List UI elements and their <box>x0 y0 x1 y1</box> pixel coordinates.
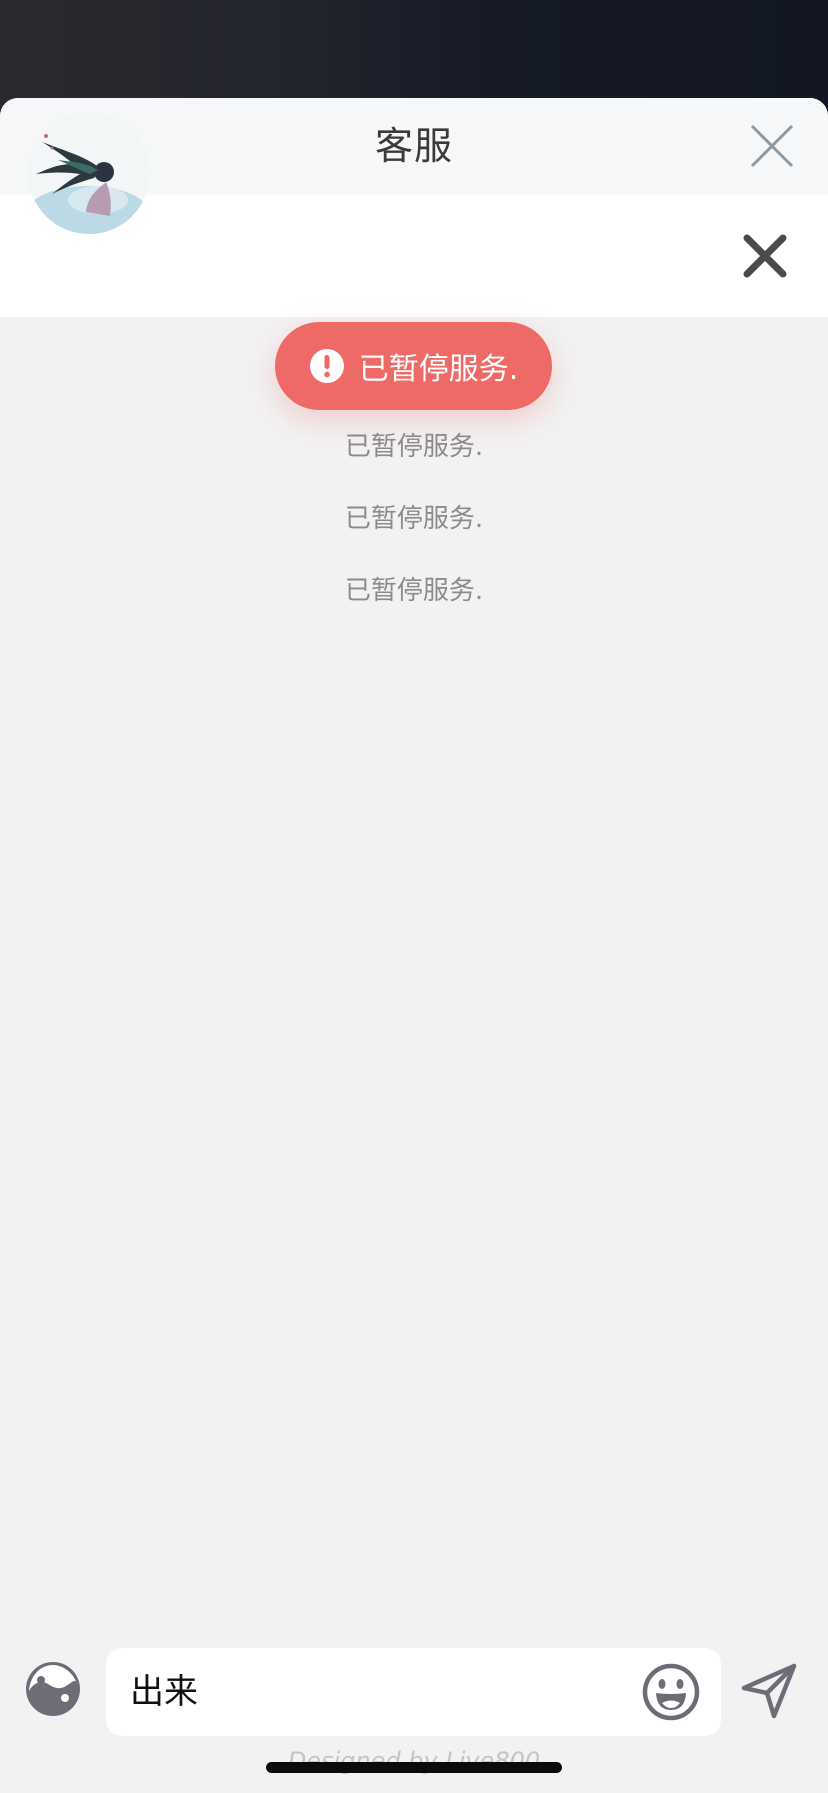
system-message: 已暂停服务. <box>344 576 484 606</box>
agent-close-button[interactable] <box>742 233 788 279</box>
message-input-value[interactable]: 出来 <box>130 1648 198 1736</box>
system-message: 已暂停服务. <box>344 504 484 534</box>
emoji-icon <box>642 1663 700 1721</box>
message-input[interactable]: 出来 <box>106 1648 721 1736</box>
error-toast: 已暂停服务. <box>275 322 552 410</box>
toast-message: 已暂停服务. <box>358 352 519 387</box>
avatar-illustration <box>28 112 150 234</box>
send-button[interactable] <box>740 1662 798 1720</box>
background-app-content <box>0 0 828 110</box>
header-close-button[interactable] <box>746 120 798 172</box>
customer-service-panel: 客服 已暂停服务. 已暂停服务. 已暂停服务. 已暂停服务. <box>0 98 828 1793</box>
theme-toggle-button[interactable] <box>24 1660 82 1718</box>
theme-toggle-icon <box>26 1662 80 1716</box>
exclamation-circle-icon <box>309 349 344 383</box>
send-icon <box>741 1663 797 1719</box>
close-icon <box>750 124 794 168</box>
agent-avatar <box>28 112 150 234</box>
home-indicator[interactable] <box>266 1762 562 1773</box>
close-icon <box>743 234 787 278</box>
system-message: 已暂停服务. <box>344 432 484 462</box>
emoji-button[interactable] <box>641 1662 701 1722</box>
